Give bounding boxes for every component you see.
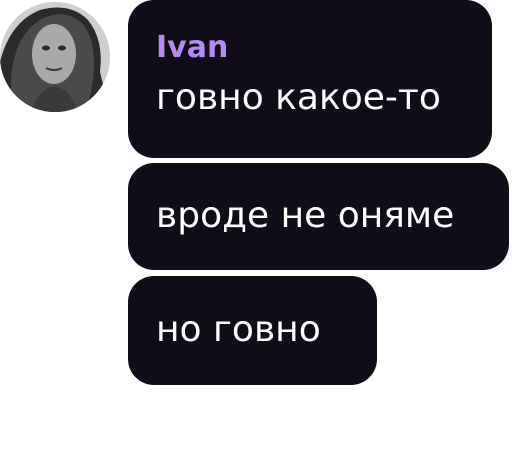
message-text: говно какое-то — [156, 77, 441, 118]
avatar-photo-icon — [0, 2, 110, 112]
avatar[interactable] — [0, 2, 110, 112]
sender-name[interactable]: Ivan — [156, 30, 492, 66]
message-text: но говно — [156, 309, 321, 350]
message-text: вроде не оняме — [156, 195, 455, 236]
message-bubble[interactable]: но говно — [128, 276, 377, 385]
message-bubble[interactable]: вроде не оняме — [128, 163, 509, 270]
message-bubble[interactable]: Ivan говно какое-то — [128, 0, 492, 158]
